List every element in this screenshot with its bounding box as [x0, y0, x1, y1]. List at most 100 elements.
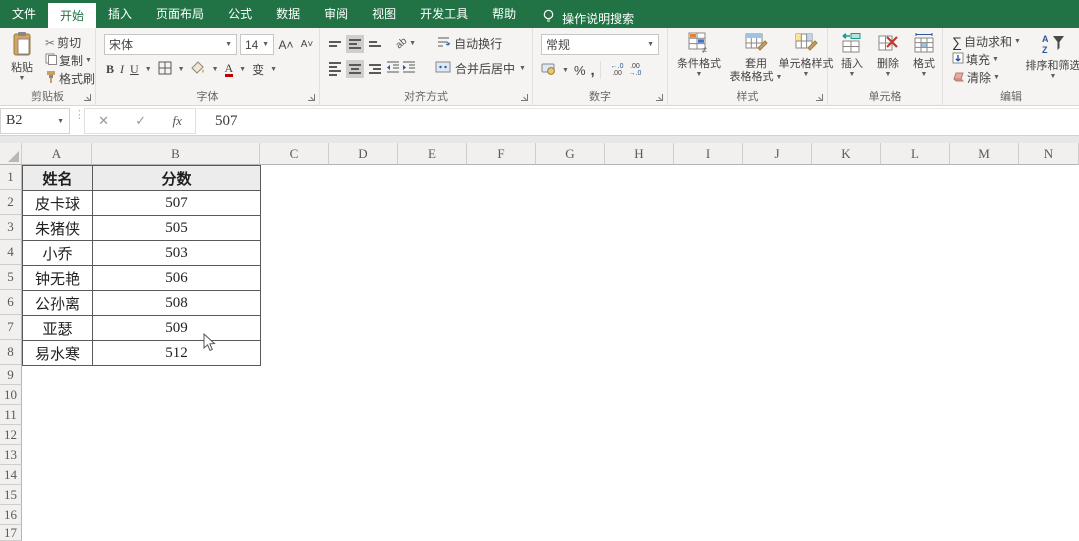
- cell-styles-dropdown[interactable]: ▼: [803, 71, 810, 78]
- column-header-H[interactable]: H: [605, 143, 674, 165]
- copy-dropdown[interactable]: ▼: [85, 57, 92, 64]
- font-size-input[interactable]: 14 ▼: [240, 34, 274, 55]
- cancel-icon[interactable]: ✕: [98, 113, 109, 129]
- menu-tab-视图[interactable]: 视图: [360, 0, 408, 28]
- cell-A3[interactable]: 朱猪侠: [22, 215, 93, 241]
- insert-cells-button[interactable]: 插入 ▼: [836, 32, 868, 78]
- cell-A2[interactable]: 皮卡球: [22, 190, 93, 216]
- name-box-dropdown[interactable]: ▼: [57, 117, 64, 125]
- decrease-font-icon[interactable]: A˅: [298, 36, 316, 54]
- fill-button[interactable]: 填充 ▼: [949, 50, 1002, 69]
- format-as-table-dropdown[interactable]: ▼: [776, 74, 783, 81]
- cell-A1[interactable]: 姓名: [22, 165, 93, 191]
- menu-tab-页面布局[interactable]: 页面布局: [144, 0, 216, 28]
- row-header-16[interactable]: 16: [0, 505, 22, 525]
- cut-button[interactable]: ✂ 剪切: [42, 33, 84, 52]
- enter-icon[interactable]: ✓: [135, 113, 146, 129]
- row-header-11[interactable]: 11: [0, 405, 22, 425]
- cell-B1[interactable]: 分数: [92, 165, 261, 191]
- clear-dropdown[interactable]: ▼: [993, 74, 1000, 81]
- autosum-button[interactable]: ∑ 自动求和 ▼: [949, 32, 1024, 51]
- align-left-icon[interactable]: [326, 60, 344, 78]
- delete-dropdown[interactable]: ▼: [885, 71, 892, 78]
- paste-dropdown[interactable]: ▼: [19, 75, 26, 82]
- row-header-14[interactable]: 14: [0, 465, 22, 485]
- underline-button[interactable]: U: [130, 62, 139, 77]
- column-header-I[interactable]: I: [674, 143, 743, 165]
- decrease-decimal-icon[interactable]: .00 →.0: [629, 63, 642, 77]
- row-header-13[interactable]: 13: [0, 445, 22, 465]
- format-cells-button[interactable]: 格式 ▼: [908, 32, 940, 78]
- orientation-dropdown[interactable]: ▼: [409, 40, 416, 47]
- cell-A8[interactable]: 易水寒: [22, 340, 93, 366]
- menu-tab-数据[interactable]: 数据: [264, 0, 312, 28]
- cell-B8[interactable]: 512: [92, 340, 261, 366]
- phonetic-guide-icon[interactable]: 变: [252, 61, 264, 78]
- fill-dropdown[interactable]: ▼: [992, 56, 999, 63]
- align-bottom-icon[interactable]: [366, 35, 384, 53]
- menu-tab-开始[interactable]: 开始: [48, 3, 97, 28]
- row-header-1[interactable]: 1: [0, 165, 22, 190]
- row-header-17[interactable]: 17: [0, 525, 22, 541]
- autosum-dropdown[interactable]: ▼: [1014, 38, 1021, 45]
- number-dialog-launcher[interactable]: [656, 94, 664, 102]
- format-cells-dropdown[interactable]: ▼: [921, 71, 928, 78]
- fill-color-icon[interactable]: [190, 61, 206, 78]
- font-color-icon[interactable]: A: [224, 62, 234, 77]
- bold-button[interactable]: B: [106, 62, 114, 77]
- format-painter-button[interactable]: 格式刷: [42, 69, 98, 88]
- cell-B5[interactable]: 506: [92, 265, 261, 291]
- phonetic-dropdown[interactable]: ▼: [270, 66, 277, 73]
- row-header-4[interactable]: 4: [0, 240, 22, 265]
- delete-cells-button[interactable]: 删除 ▼: [872, 32, 904, 78]
- increase-indent-icon[interactable]: [402, 61, 416, 76]
- underline-dropdown[interactable]: ▼: [145, 66, 152, 73]
- column-header-B[interactable]: B: [92, 143, 260, 165]
- align-center-icon[interactable]: [346, 59, 364, 78]
- formula-input[interactable]: 507: [197, 108, 1079, 134]
- borders-icon[interactable]: [158, 61, 172, 78]
- column-header-D[interactable]: D: [329, 143, 398, 165]
- paste-button[interactable]: 粘贴 ▼: [3, 31, 41, 82]
- clipboard-dialog-launcher[interactable]: [84, 94, 92, 102]
- row-header-10[interactable]: 10: [0, 385, 22, 405]
- wrap-text-button[interactable]: 自动换行: [434, 34, 505, 53]
- cell-A4[interactable]: 小乔: [22, 240, 93, 266]
- font-color-dropdown[interactable]: ▼: [239, 66, 246, 73]
- percent-style-icon[interactable]: %: [574, 63, 586, 78]
- copy-button[interactable]: 复制 ▼: [42, 51, 95, 70]
- cell-A7[interactable]: 亚瑟: [22, 315, 93, 341]
- merge-center-dropdown[interactable]: ▼: [519, 65, 526, 72]
- row-header-5[interactable]: 5: [0, 265, 22, 290]
- clear-button[interactable]: 清除 ▼: [949, 68, 1003, 87]
- cell-styles-button[interactable]: 单元格样式 ▼: [779, 32, 834, 78]
- cell-A6[interactable]: 公孙离: [22, 290, 93, 316]
- column-header-K[interactable]: K: [812, 143, 881, 165]
- sort-filter-button[interactable]: A Z 排序和筛选 ▼: [1026, 32, 1079, 80]
- insert-function-icon[interactable]: fx: [172, 113, 181, 129]
- cell-B7[interactable]: 509: [92, 315, 261, 341]
- cell-A5[interactable]: 钟无艳: [22, 265, 93, 291]
- menu-tab-文件[interactable]: 文件: [0, 0, 48, 28]
- menu-tab-插入[interactable]: 插入: [96, 0, 144, 28]
- row-header-6[interactable]: 6: [0, 290, 22, 315]
- column-header-E[interactable]: E: [398, 143, 467, 165]
- select-all-button[interactable]: [0, 143, 22, 165]
- font-dialog-launcher[interactable]: [308, 94, 316, 102]
- borders-dropdown[interactable]: ▼: [178, 66, 185, 73]
- menu-tab-公式[interactable]: 公式: [216, 0, 264, 28]
- row-header-8[interactable]: 8: [0, 340, 22, 365]
- conditional-formatting-button[interactable]: ≠ 条件格式 ▼: [674, 32, 724, 78]
- row-header-3[interactable]: 3: [0, 215, 22, 240]
- tell-me-search[interactable]: 操作说明搜索: [542, 9, 634, 28]
- comma-style-icon[interactable]: ,: [591, 62, 595, 79]
- cell-B3[interactable]: 505: [92, 215, 261, 241]
- number-format-select[interactable]: 常规 ▼: [541, 34, 659, 55]
- column-header-C[interactable]: C: [260, 143, 329, 165]
- menu-tab-审阅[interactable]: 审阅: [312, 0, 360, 28]
- increase-font-icon[interactable]: A˄: [277, 36, 295, 54]
- merge-center-button[interactable]: 合并后居中 ▼: [432, 59, 529, 78]
- accounting-format-icon[interactable]: [541, 62, 557, 78]
- column-header-F[interactable]: F: [467, 143, 536, 165]
- increase-decimal-icon[interactable]: ←.0 .00: [611, 63, 624, 77]
